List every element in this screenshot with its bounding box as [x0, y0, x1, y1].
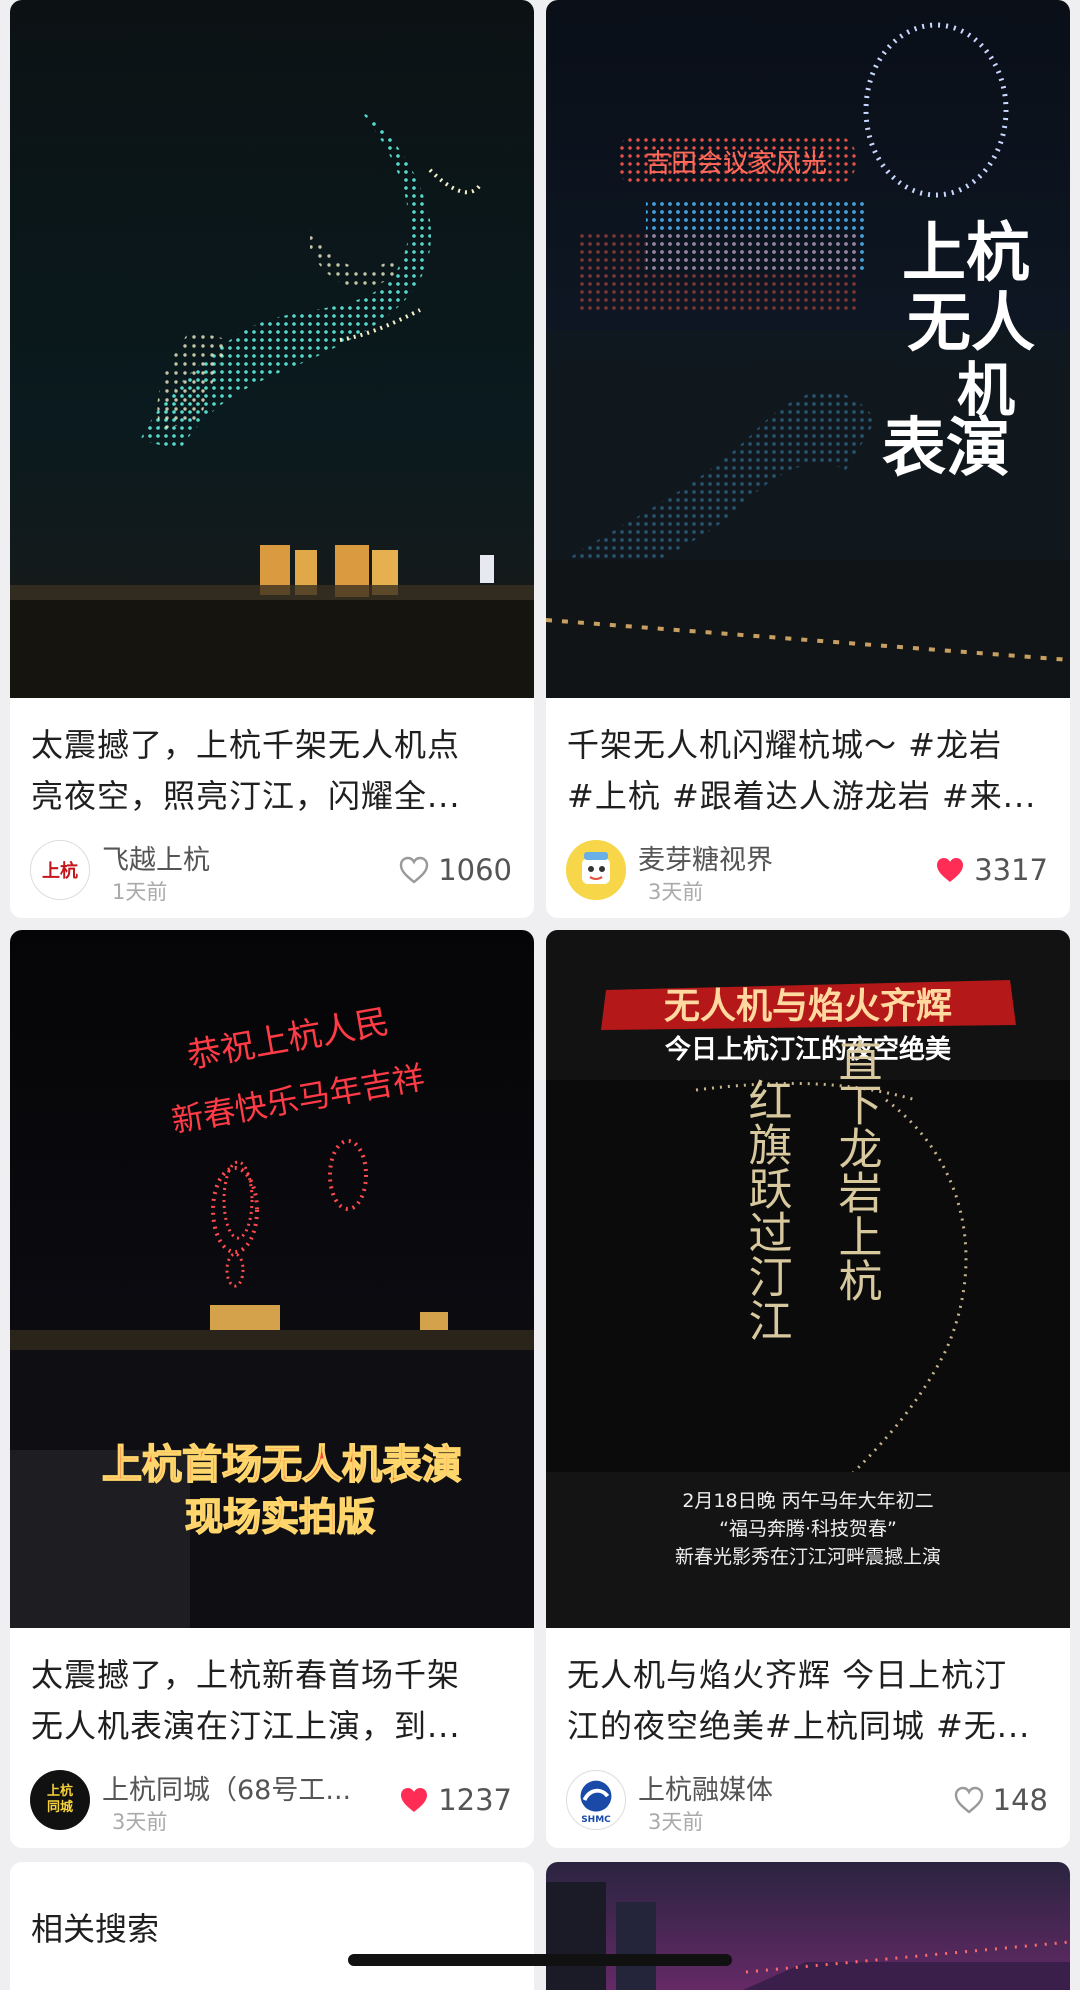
post-title-line: #上杭 #跟着达人游龙岩 #来... — [567, 777, 1037, 815]
like-count: 3317 — [974, 853, 1048, 887]
post-thumbnail[interactable]: 吉田会议家风光 上杭 无人 机 表演 — [546, 0, 1070, 698]
image-text: 现场实拍版 — [185, 1495, 375, 1539]
post-title[interactable]: 太震撼了，上杭千架无人机点 亮夜空，照亮汀江，闪耀全... — [31, 720, 516, 822]
author-row: SHMC 上杭融媒体 3天前 148 — [566, 1768, 1048, 1834]
drone-calligraphy-image: 无人机与焰火齐辉 今日上杭汀江的夜空绝美 红旗跃过汀江 直下龙岩上杭 2月18日… — [546, 930, 1070, 1628]
like-button[interactable]: 148 — [953, 1782, 1048, 1818]
avatar[interactable]: 上杭同城 — [30, 1770, 90, 1830]
image-text: “福马奔腾·科技贺春” — [719, 1518, 897, 1540]
feed: 太震撼了，上杭千架无人机点 亮夜空，照亮汀江，闪耀全... 上杭 飞越上杭 1天… — [0, 0, 1080, 1990]
post-title-line: 无人机表演在汀江上演，到... — [31, 1707, 461, 1745]
heart-filled-icon — [401, 1788, 428, 1812]
post-title-line: 太震撼了，上杭千架无人机点 — [31, 726, 461, 764]
heart-filled-icon — [937, 858, 964, 882]
heart-outline-icon — [954, 1786, 983, 1814]
drone-show-image: 吉田会议家风光 上杭 无人 机 表演 — [546, 0, 1070, 698]
author-row: 上杭同城 上杭同城（68号工... 3天前 1237 — [30, 1768, 512, 1834]
image-banner-text: 吉田会议家风光 — [645, 149, 827, 179]
like-count: 1060 — [438, 853, 512, 887]
image-text: 上杭 — [902, 216, 1030, 291]
post-title[interactable]: 太震撼了，上杭新春首场千架 无人机表演在汀江上演，到... — [31, 1650, 516, 1752]
image-text: 今日上杭汀江的夜空绝美 — [665, 1034, 951, 1065]
avatar[interactable]: SHMC — [566, 1770, 626, 1830]
image-text: 无人机与焰火齐辉 — [664, 986, 952, 1027]
post-card[interactable] — [546, 1862, 1070, 1990]
post-title-line: 千架无人机闪耀杭城～ #龙岩 — [567, 726, 1002, 764]
like-button[interactable]: 1060 — [398, 852, 512, 888]
image-text: 上杭首场无人机表演 — [102, 1442, 462, 1488]
post-title[interactable]: 千架无人机闪耀杭城～ #龙岩 #上杭 #跟着达人游龙岩 #来... — [567, 720, 1052, 822]
author-row: 上杭 飞越上杭 1天前 1060 — [30, 838, 512, 904]
post-card[interactable]: 吉田会议家风光 上杭 无人 机 表演 千架无人机闪耀杭城～ #龙岩 #上杭 #跟… — [546, 0, 1070, 918]
related-search-label: 相关搜索 — [31, 1910, 160, 1948]
post-title-line: 无人机与焰火齐辉 今日上杭汀 — [567, 1656, 1008, 1694]
author-name[interactable]: 麦芽糖视界 — [638, 838, 773, 877]
like-count: 148 — [992, 1783, 1048, 1817]
post-title-line: 江的夜空绝美#上杭同城 #无... — [567, 1707, 1031, 1745]
post-title-line: 亮夜空，照亮汀江，闪耀全... — [31, 777, 461, 815]
image-text: 2月18日晚 丙午马年大年初二 — [682, 1490, 933, 1512]
author-name[interactable]: 飞越上杭 — [102, 838, 210, 877]
like-button[interactable]: 1237 — [398, 1782, 512, 1818]
cartoon-avatar-icon — [566, 840, 626, 900]
home-indicator[interactable] — [348, 1954, 732, 1966]
author-name[interactable]: 上杭同城（68号工... — [102, 1768, 351, 1807]
drone-lantern-image: 恭祝上杭人民 新春快乐马年吉祥 上杭首场无人机表演 现场实拍版 — [10, 930, 534, 1628]
author-row: 麦芽糖视界 3天前 3317 — [566, 838, 1048, 904]
post-thumbnail[interactable] — [546, 1862, 1070, 1990]
post-card[interactable]: 太震撼了，上杭千架无人机点 亮夜空，照亮汀江，闪耀全... 上杭 飞越上杭 1天… — [10, 0, 534, 918]
post-time: 3天前 — [112, 1810, 168, 1834]
post-time: 1天前 — [112, 880, 168, 904]
like-button[interactable]: 3317 — [934, 852, 1048, 888]
avatar[interactable]: 上杭 — [30, 840, 90, 900]
avatar[interactable] — [566, 840, 626, 900]
post-card[interactable]: 恭祝上杭人民 新春快乐马年吉祥 上杭首场无人机表演 现场实拍版 太震撼了，上杭新… — [10, 930, 534, 1848]
like-count: 1237 — [438, 1783, 512, 1817]
post-time: 3天前 — [648, 1810, 704, 1834]
heart-outline-icon — [399, 856, 429, 884]
post-title[interactable]: 无人机与焰火齐辉 今日上杭汀 江的夜空绝美#上杭同城 #无... — [567, 1650, 1052, 1752]
post-title-line: 太震撼了，上杭新春首场千架 — [31, 1656, 461, 1694]
related-search-card[interactable]: 相关搜索 — [10, 1862, 534, 1990]
image-text: 红旗跃过汀江 — [741, 1078, 792, 1342]
image-text: 表演 — [882, 411, 1010, 486]
post-thumbnail[interactable]: 恭祝上杭人民 新春快乐马年吉祥 上杭首场无人机表演 现场实拍版 — [10, 930, 534, 1628]
drone-dragon-image — [10, 0, 534, 698]
image-text: 直下龙岩上杭 — [831, 1038, 882, 1302]
post-time: 3天前 — [648, 880, 704, 904]
post-thumbnail[interactable]: 无人机与焰火齐辉 今日上杭汀江的夜空绝美 红旗跃过汀江 直下龙岩上杭 2月18日… — [546, 930, 1070, 1628]
post-card[interactable]: 无人机与焰火齐辉 今日上杭汀江的夜空绝美 红旗跃过汀江 直下龙岩上杭 2月18日… — [546, 930, 1070, 1848]
post-thumbnail[interactable] — [10, 0, 534, 698]
image-text: 新春光影秀在汀江河畔震撼上演 — [675, 1546, 941, 1568]
image-text: 无人 — [907, 286, 1035, 361]
author-name[interactable]: 上杭融媒体 — [638, 1768, 773, 1807]
